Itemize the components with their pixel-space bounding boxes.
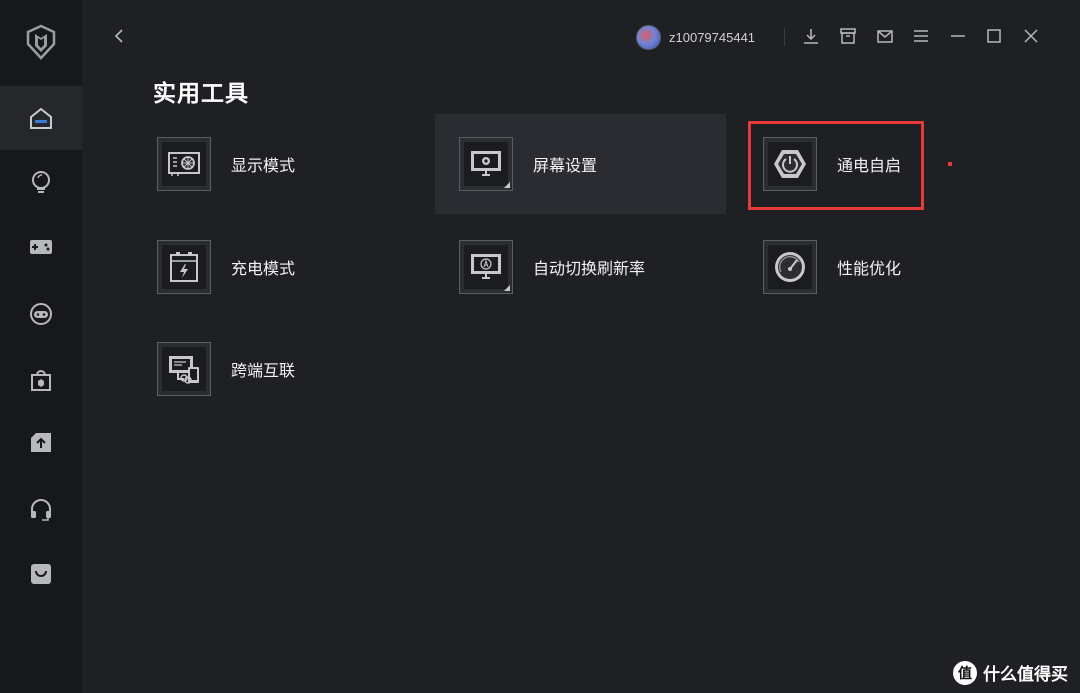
battery-icon	[157, 240, 211, 294]
sidebar	[0, 0, 82, 693]
watermark-logo: 值	[953, 660, 977, 685]
user-account[interactable]: z10079745441	[636, 24, 755, 50]
tool-charge-mode[interactable]: 充电模式	[150, 217, 430, 317]
watermark: 值 什么值得买	[953, 660, 1068, 685]
close-button[interactable]	[1021, 26, 1041, 46]
gamepad-icon	[30, 240, 52, 254]
tool-auto-refresh-rate[interactable]: 自动切换刷新率	[435, 217, 726, 317]
tool-label: 跨端互联	[231, 361, 296, 380]
sidebar-item-support[interactable]	[0, 478, 82, 542]
menu-button[interactable]	[911, 26, 931, 46]
sidebar-item-assistant[interactable]	[0, 282, 82, 346]
speedometer-icon	[763, 240, 817, 294]
minimize-icon	[951, 35, 965, 37]
highlight-box	[748, 121, 924, 210]
lightbulb-icon	[32, 171, 50, 193]
username[interactable]: z10079745441	[669, 30, 755, 45]
page-title: 实用工具	[153, 81, 249, 107]
headset-icon	[31, 499, 51, 521]
tool-screen-settings[interactable]: 屏幕设置	[435, 114, 726, 214]
tool-label: 性能优化	[837, 259, 902, 278]
mail-icon	[877, 30, 893, 43]
shopping-bag-icon	[31, 564, 51, 584]
close-icon	[1024, 29, 1038, 43]
tool-display-mode[interactable]: 显示模式	[150, 114, 430, 214]
sidebar-item-games[interactable]	[0, 214, 82, 278]
sidebar-item-lighting[interactable]	[0, 150, 82, 214]
download-button[interactable]	[801, 26, 821, 46]
tool-label: 显示模式	[231, 156, 296, 175]
sidebar-item-store[interactable]	[0, 348, 82, 412]
home-icon	[30, 107, 52, 129]
tool-label: 自动切换刷新率	[533, 259, 646, 278]
device-link-icon	[157, 342, 211, 396]
avatar[interactable]	[636, 24, 661, 50]
menu-icon	[914, 30, 928, 42]
store-icon	[31, 370, 51, 391]
watermark-text: 什么值得买	[983, 665, 1068, 685]
sidebar-item-home[interactable]	[0, 86, 82, 150]
mail-button[interactable]	[875, 26, 895, 46]
monitor-refresh-icon	[459, 240, 513, 294]
minimize-button[interactable]	[948, 26, 968, 46]
sidebar-item-shop[interactable]	[0, 542, 82, 606]
tool-performance-optimize[interactable]: 性能优化	[740, 217, 940, 317]
annotation-dot	[948, 162, 952, 166]
app-logo	[24, 24, 58, 60]
monitor-settings-icon	[459, 137, 513, 191]
chat-icon	[30, 303, 52, 325]
upload-icon	[31, 433, 51, 452]
package-icon	[840, 28, 856, 44]
gpu-icon	[157, 137, 211, 191]
sidebar-item-upload[interactable]	[0, 410, 82, 474]
titlebar-divider	[784, 28, 785, 46]
back-icon	[114, 29, 123, 43]
package-button[interactable]	[838, 26, 858, 46]
maximize-icon	[987, 29, 1001, 43]
tool-label: 充电模式	[231, 259, 296, 278]
maximize-button[interactable]	[984, 26, 1004, 46]
tool-cross-device[interactable]: 跨端互联	[150, 319, 430, 419]
back-button[interactable]	[108, 24, 132, 48]
tool-label: 屏幕设置	[533, 156, 598, 175]
download-icon	[804, 29, 818, 44]
